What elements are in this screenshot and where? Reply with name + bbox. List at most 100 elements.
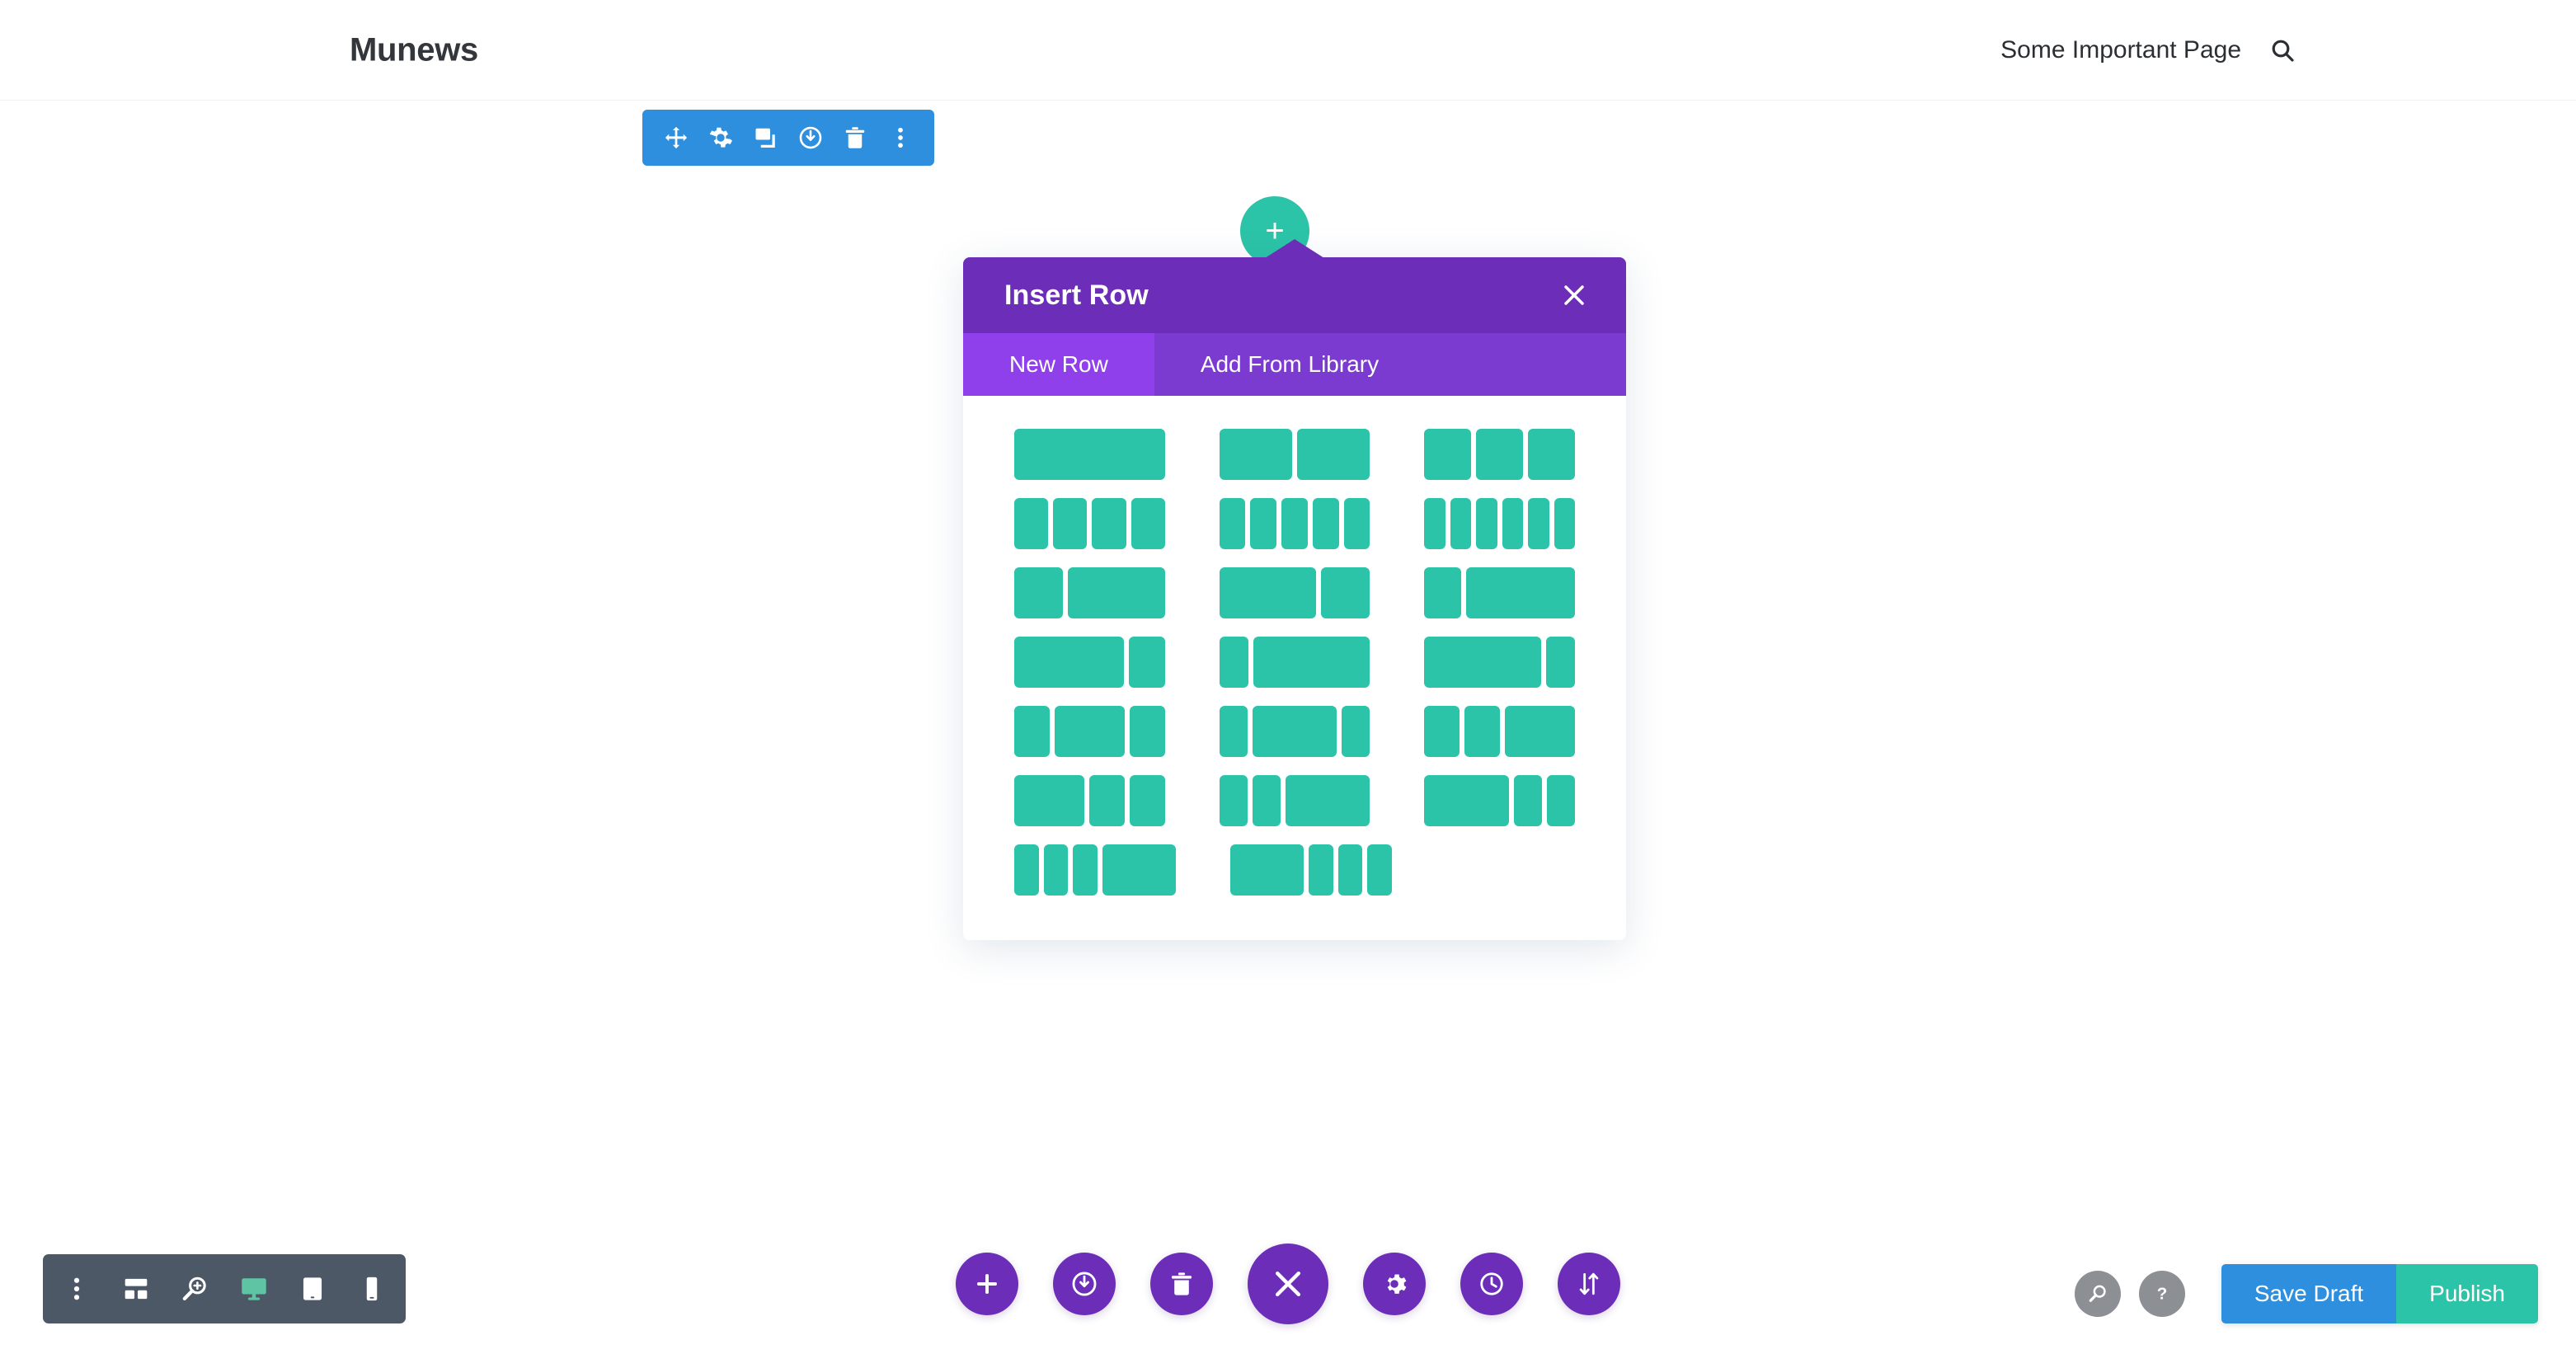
layout-column xyxy=(1253,637,1370,688)
nav-page-link[interactable]: Some Important Page xyxy=(2000,36,2241,64)
layout-option-0-1[interactable] xyxy=(1219,429,1370,480)
layout-column xyxy=(1130,775,1165,826)
history-button[interactable] xyxy=(1460,1253,1523,1315)
toggle-visibility-button[interactable] xyxy=(1053,1253,1116,1315)
power-icon[interactable] xyxy=(798,125,823,150)
layout-column xyxy=(1528,429,1576,480)
modal-tabs: New Row Add From Library xyxy=(963,333,1626,396)
layout-column xyxy=(1014,844,1039,896)
modal-pointer-arrow xyxy=(1265,239,1324,258)
layout-column xyxy=(1285,775,1370,826)
desktop-icon[interactable] xyxy=(240,1275,268,1303)
history-icon xyxy=(1480,1272,1503,1295)
layout-option-3-1[interactable] xyxy=(1219,637,1370,688)
layout-column xyxy=(1219,775,1248,826)
more-vertical-icon[interactable] xyxy=(63,1275,91,1303)
layout-column xyxy=(1450,498,1472,549)
layout-column xyxy=(1014,498,1049,549)
section-toolbar xyxy=(642,110,934,166)
layout-column xyxy=(1128,637,1165,688)
layout-column xyxy=(1312,498,1339,549)
layout-option-5-2[interactable] xyxy=(1424,775,1576,826)
layout-column xyxy=(1054,706,1126,757)
layout-column xyxy=(1067,567,1165,618)
layout-option-3-2[interactable] xyxy=(1424,637,1576,688)
plus-icon xyxy=(977,1274,997,1294)
close-icon xyxy=(1275,1271,1301,1297)
search-icon[interactable] xyxy=(2269,37,2296,63)
layout-option-2-0[interactable] xyxy=(1014,567,1165,618)
layout-column xyxy=(1342,706,1370,757)
tab-add-from-library[interactable]: Add From Library xyxy=(1154,333,1425,396)
tablet-icon[interactable] xyxy=(298,1275,327,1303)
modal-title: Insert Row xyxy=(1004,279,1149,311)
settings-button[interactable] xyxy=(1363,1253,1426,1315)
reorder-button[interactable] xyxy=(1558,1253,1620,1315)
layout-column xyxy=(1297,429,1370,480)
power-icon xyxy=(1072,1272,1097,1296)
more-options-icon[interactable] xyxy=(888,125,913,150)
layout-column xyxy=(1545,637,1576,688)
layout-option-1-2[interactable] xyxy=(1424,498,1576,549)
layout-column xyxy=(1309,844,1333,896)
gear-icon[interactable] xyxy=(708,125,733,150)
layout-option-6-1[interactable] xyxy=(1230,844,1393,896)
layout-column xyxy=(1053,498,1088,549)
layout-option-2-2[interactable] xyxy=(1424,567,1576,618)
layout-column xyxy=(1321,567,1370,618)
tab-new-row[interactable]: New Row xyxy=(963,333,1154,396)
wireframe-icon[interactable] xyxy=(122,1275,150,1303)
site-logo[interactable]: Munews xyxy=(350,31,478,68)
layout-column xyxy=(1102,844,1177,896)
layout-option-2-1[interactable] xyxy=(1219,567,1370,618)
layout-column xyxy=(1131,498,1165,549)
layout-option-0-2[interactable] xyxy=(1424,429,1576,480)
gear-icon xyxy=(1387,1274,1407,1294)
add-section-button[interactable] xyxy=(956,1253,1018,1315)
close-icon[interactable] xyxy=(1555,276,1593,314)
svg-text:?: ? xyxy=(2157,1285,2168,1304)
layout-row xyxy=(1014,844,1575,896)
search-icon[interactable] xyxy=(2074,1271,2121,1317)
layout-column xyxy=(1343,498,1370,549)
modal-header: Insert Row xyxy=(963,257,1626,333)
layout-column xyxy=(1014,637,1124,688)
zoom-icon[interactable] xyxy=(181,1275,209,1303)
layout-option-3-0[interactable] xyxy=(1014,637,1165,688)
layout-column xyxy=(1465,567,1576,618)
duplicate-icon[interactable] xyxy=(754,125,778,150)
trash-icon[interactable] xyxy=(843,125,867,150)
layout-column xyxy=(1424,637,1541,688)
layout-option-0-0[interactable] xyxy=(1014,429,1165,480)
modal-body xyxy=(963,396,1626,940)
layout-column xyxy=(1089,775,1126,826)
layout-column xyxy=(1424,775,1509,826)
layout-option-1-1[interactable] xyxy=(1219,498,1370,549)
help-icon[interactable]: ? xyxy=(2138,1271,2185,1317)
layout-column xyxy=(1219,706,1248,757)
save-draft-button[interactable]: Save Draft xyxy=(2221,1264,2397,1323)
layout-column xyxy=(1528,498,1549,549)
move-icon[interactable] xyxy=(664,125,689,150)
layout-column xyxy=(1504,706,1576,757)
layout-option-5-0[interactable] xyxy=(1014,775,1165,826)
insert-row-modal: Insert Row New Row Add From Library xyxy=(963,239,1626,940)
layout-option-4-1[interactable] xyxy=(1219,706,1370,757)
phone-icon[interactable] xyxy=(358,1275,386,1303)
layout-column xyxy=(1130,706,1165,757)
row-layout-grid xyxy=(1014,429,1576,896)
close-builder-button[interactable] xyxy=(1248,1244,1328,1324)
delete-button[interactable] xyxy=(1150,1253,1213,1315)
layout-option-6-0[interactable] xyxy=(1014,844,1177,896)
publish-area: ? Save Draft Publish xyxy=(2074,1264,2538,1323)
header-nav: Some Important Page xyxy=(2000,36,2296,64)
layout-option-1-0[interactable] xyxy=(1014,498,1165,549)
layout-option-4-2[interactable] xyxy=(1424,706,1576,757)
layout-column xyxy=(1424,706,1460,757)
layout-column xyxy=(1424,429,1472,480)
viewport-toolbar xyxy=(43,1254,406,1323)
layout-option-5-1[interactable] xyxy=(1219,775,1370,826)
layout-column xyxy=(1502,498,1524,549)
publish-button[interactable]: Publish xyxy=(2396,1264,2538,1323)
layout-option-4-0[interactable] xyxy=(1014,706,1165,757)
